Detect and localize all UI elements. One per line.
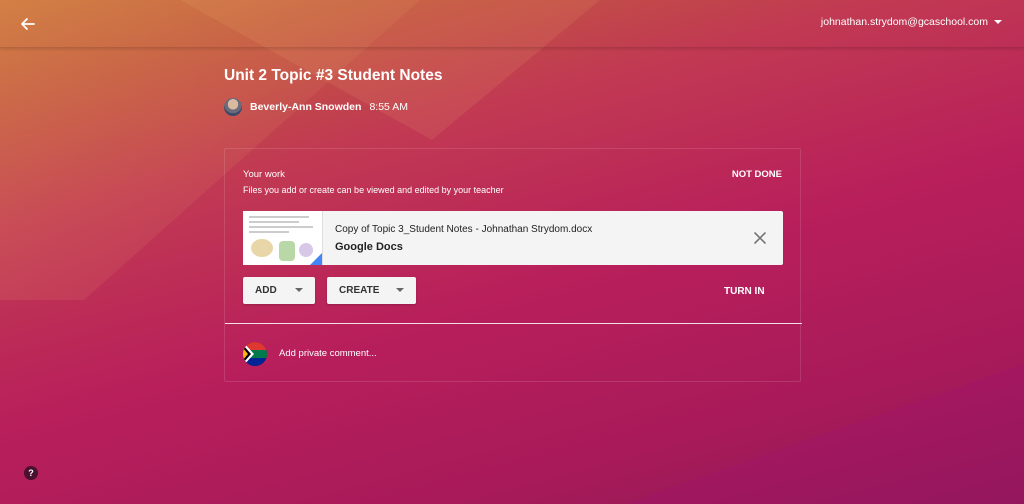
create-button-label: CREATE [339, 285, 380, 296]
flag-avatar-image [243, 342, 267, 366]
status-badge: NOT DONE [731, 169, 782, 180]
close-icon [754, 232, 766, 244]
assignment-title: Unit 2 Topic #3 Student Notes [224, 67, 443, 84]
back-button[interactable] [14, 12, 40, 36]
add-button[interactable]: ADD [243, 277, 315, 304]
author-row: Beverly-Ann Snowden 8:55 AM [224, 98, 408, 116]
caret-down-icon [396, 288, 404, 292]
turn-in-button[interactable]: TURN IN [724, 286, 765, 297]
your-work-card: Your work Files you add or create can be… [224, 148, 802, 382]
avatar [224, 98, 242, 116]
private-comment-input[interactable]: Add private comment... [279, 348, 377, 359]
author-name: Beverly-Ann Snowden [250, 101, 362, 113]
your-work-heading: Your work [243, 169, 285, 180]
document-thumbnail [243, 211, 323, 265]
caret-down-icon [295, 288, 303, 292]
attachment-file-name: Copy of Topic 3_Student Notes - Johnatha… [335, 224, 593, 235]
attachment-card[interactable]: Copy of Topic 3_Student Notes - Johnatha… [243, 211, 783, 265]
background-shape [624, 364, 1024, 504]
google-docs-icon [310, 253, 322, 265]
post-time: 8:55 AM [369, 101, 408, 113]
account-email: johnathan.strydom@gcaschool.com [820, 16, 988, 28]
your-work-subtext: Files you add or create can be viewed an… [243, 185, 504, 195]
top-bar: johnathan.strydom@gcaschool.com [0, 0, 1024, 48]
attachment-file-type: Google Docs [335, 241, 403, 253]
divider [225, 323, 802, 324]
create-button[interactable]: CREATE [327, 277, 416, 304]
arrow-left-icon [21, 18, 35, 30]
avatar [243, 342, 267, 366]
remove-attachment-button[interactable] [753, 231, 767, 245]
caret-down-icon [994, 20, 1002, 24]
help-button[interactable]: ? [24, 466, 38, 480]
add-button-label: ADD [255, 285, 277, 296]
account-menu[interactable]: johnathan.strydom@gcaschool.com [821, 16, 1002, 28]
